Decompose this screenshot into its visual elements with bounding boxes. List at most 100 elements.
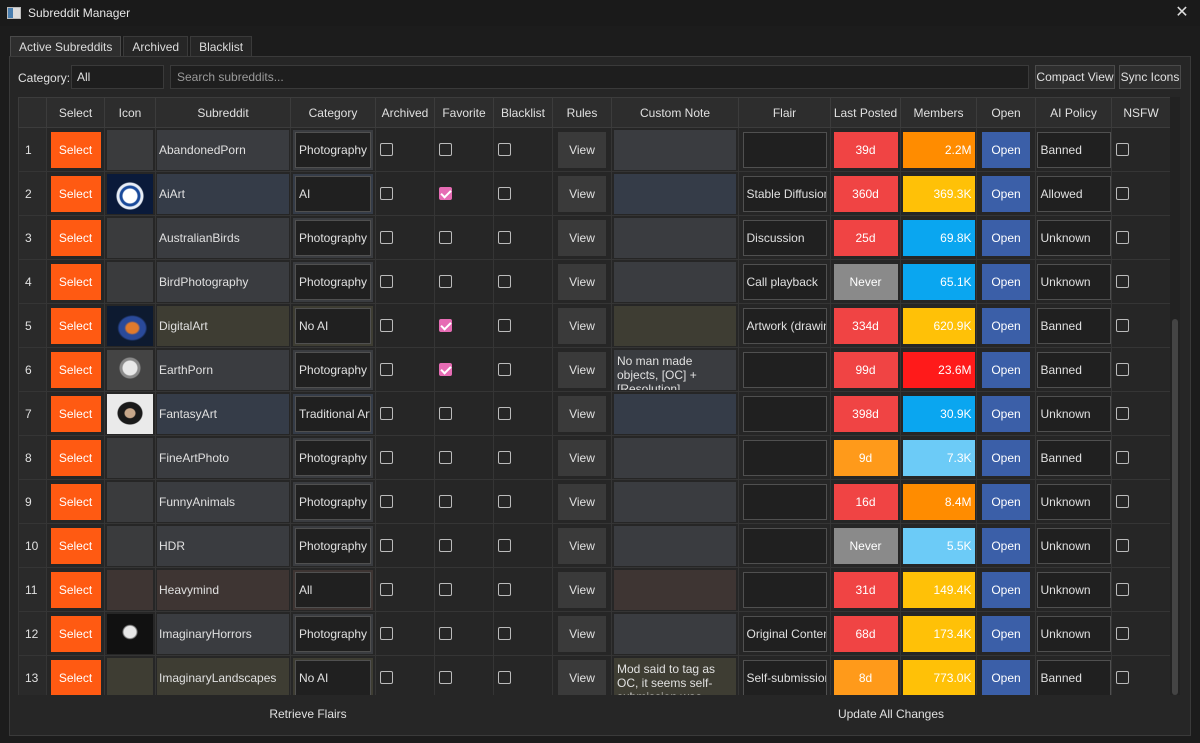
category-dropdown[interactable]: Photography (295, 483, 371, 520)
view-rules-button[interactable]: View (558, 175, 606, 212)
flair-dropdown[interactable]: Stable Diffusion (742, 175, 827, 212)
favorite-checkbox[interactable] (439, 319, 452, 332)
blacklist-checkbox[interactable] (498, 143, 511, 156)
open-button[interactable]: Open (982, 307, 1030, 344)
scrollbar-thumb[interactable] (1172, 319, 1178, 695)
blacklist-checkbox[interactable] (498, 407, 511, 420)
nsfw-checkbox[interactable] (1116, 495, 1129, 508)
nsfw-checkbox[interactable] (1116, 627, 1129, 640)
open-button[interactable]: Open (982, 219, 1030, 256)
archived-checkbox[interactable] (380, 275, 393, 288)
ai-policy-dropdown[interactable]: Unknown (1036, 395, 1111, 432)
open-button[interactable]: Open (982, 263, 1030, 300)
view-rules-button[interactable]: View (558, 131, 606, 168)
select-button[interactable]: Select (50, 439, 101, 476)
select-button[interactable]: Select (50, 131, 101, 168)
view-rules-button[interactable]: View (558, 571, 606, 608)
blacklist-checkbox[interactable] (498, 539, 511, 552)
blacklist-checkbox[interactable] (498, 231, 511, 244)
open-button[interactable]: Open (982, 175, 1030, 212)
close-icon[interactable]: ✕ (1172, 3, 1192, 23)
archived-checkbox[interactable] (380, 583, 393, 596)
archived-checkbox[interactable] (380, 187, 393, 200)
custom-note-field[interactable] (614, 569, 736, 610)
favorite-checkbox[interactable] (439, 275, 452, 288)
nsfw-checkbox[interactable] (1116, 671, 1129, 684)
open-button[interactable]: Open (982, 439, 1030, 476)
custom-note-field[interactable]: Mod said to tag as OC, it seems self-sub… (614, 657, 736, 695)
column-header-category[interactable]: Category (290, 97, 376, 128)
category-filter-select[interactable]: All (71, 65, 164, 89)
category-dropdown[interactable]: Photography (295, 439, 371, 476)
open-button[interactable]: Open (982, 395, 1030, 432)
favorite-checkbox[interactable] (439, 407, 452, 420)
blacklist-checkbox[interactable] (498, 451, 511, 464)
favorite-checkbox[interactable] (439, 187, 452, 200)
archived-checkbox[interactable] (380, 319, 393, 332)
select-button[interactable]: Select (50, 175, 101, 212)
ai-policy-dropdown[interactable]: Banned (1036, 439, 1111, 476)
blacklist-checkbox[interactable] (498, 319, 511, 332)
custom-note-field[interactable]: No man made objects, [OC] + [Resolution] (614, 349, 736, 390)
view-rules-button[interactable]: View (558, 439, 606, 476)
flair-dropdown[interactable] (742, 131, 827, 168)
column-header-icon[interactable]: Icon (104, 97, 156, 128)
blacklist-checkbox[interactable] (498, 363, 511, 376)
flair-dropdown[interactable]: Artwork (drawing) (742, 307, 827, 344)
archived-checkbox[interactable] (380, 627, 393, 640)
nsfw-checkbox[interactable] (1116, 539, 1129, 552)
nsfw-checkbox[interactable] (1116, 363, 1129, 376)
tab-archived[interactable]: Archived (123, 36, 189, 57)
favorite-checkbox[interactable] (439, 495, 452, 508)
archived-checkbox[interactable] (380, 495, 393, 508)
compact-view-button[interactable]: Compact View (1035, 65, 1115, 89)
view-rules-button[interactable]: View (558, 307, 606, 344)
column-header-archived[interactable]: Archived (375, 97, 435, 128)
nsfw-checkbox[interactable] (1116, 187, 1129, 200)
open-button[interactable]: Open (982, 615, 1030, 652)
archived-checkbox[interactable] (380, 363, 393, 376)
view-rules-button[interactable]: View (558, 263, 606, 300)
category-dropdown[interactable]: No AI (295, 307, 371, 344)
ai-policy-dropdown[interactable]: Banned (1036, 307, 1111, 344)
blacklist-checkbox[interactable] (498, 495, 511, 508)
view-rules-button[interactable]: View (558, 219, 606, 256)
view-rules-button[interactable]: View (558, 615, 606, 652)
ai-policy-dropdown[interactable]: Unknown (1036, 527, 1111, 564)
ai-policy-dropdown[interactable]: Banned (1036, 351, 1111, 388)
open-button[interactable]: Open (982, 131, 1030, 168)
column-header-blacklist[interactable]: Blacklist (493, 97, 553, 128)
ai-policy-dropdown[interactable]: Unknown (1036, 615, 1111, 652)
custom-note-field[interactable] (614, 525, 736, 566)
nsfw-checkbox[interactable] (1116, 143, 1129, 156)
archived-checkbox[interactable] (380, 231, 393, 244)
favorite-checkbox[interactable] (439, 671, 452, 684)
tab-blacklist[interactable]: Blacklist (190, 36, 253, 57)
select-button[interactable]: Select (50, 615, 101, 652)
column-header-subreddit[interactable]: Subreddit (155, 97, 291, 128)
flair-dropdown[interactable] (742, 439, 827, 476)
custom-note-field[interactable] (614, 613, 736, 654)
sync-icons-button[interactable]: Sync Icons (1119, 65, 1181, 89)
favorite-checkbox[interactable] (439, 539, 452, 552)
select-button[interactable]: Select (50, 483, 101, 520)
flair-dropdown[interactable] (742, 571, 827, 608)
favorite-checkbox[interactable] (439, 143, 452, 156)
custom-note-field[interactable] (614, 305, 736, 346)
blacklist-checkbox[interactable] (498, 627, 511, 640)
column-header-nsfw[interactable]: NSFW (1111, 97, 1170, 128)
view-rules-button[interactable]: View (558, 483, 606, 520)
column-header-members[interactable]: Members (900, 97, 977, 128)
update-all-changes-button[interactable]: Update All Changes (602, 701, 1180, 727)
table-scrollbar[interactable] (1170, 97, 1180, 695)
column-header-rules[interactable]: Rules (552, 97, 612, 128)
custom-note-field[interactable] (614, 261, 736, 302)
category-dropdown[interactable]: Traditional Art (295, 395, 371, 432)
archived-checkbox[interactable] (380, 539, 393, 552)
blacklist-checkbox[interactable] (498, 187, 511, 200)
archived-checkbox[interactable] (380, 143, 393, 156)
custom-note-field[interactable] (614, 129, 736, 170)
nsfw-checkbox[interactable] (1116, 231, 1129, 244)
select-button[interactable]: Select (50, 395, 101, 432)
custom-note-field[interactable] (614, 217, 736, 258)
